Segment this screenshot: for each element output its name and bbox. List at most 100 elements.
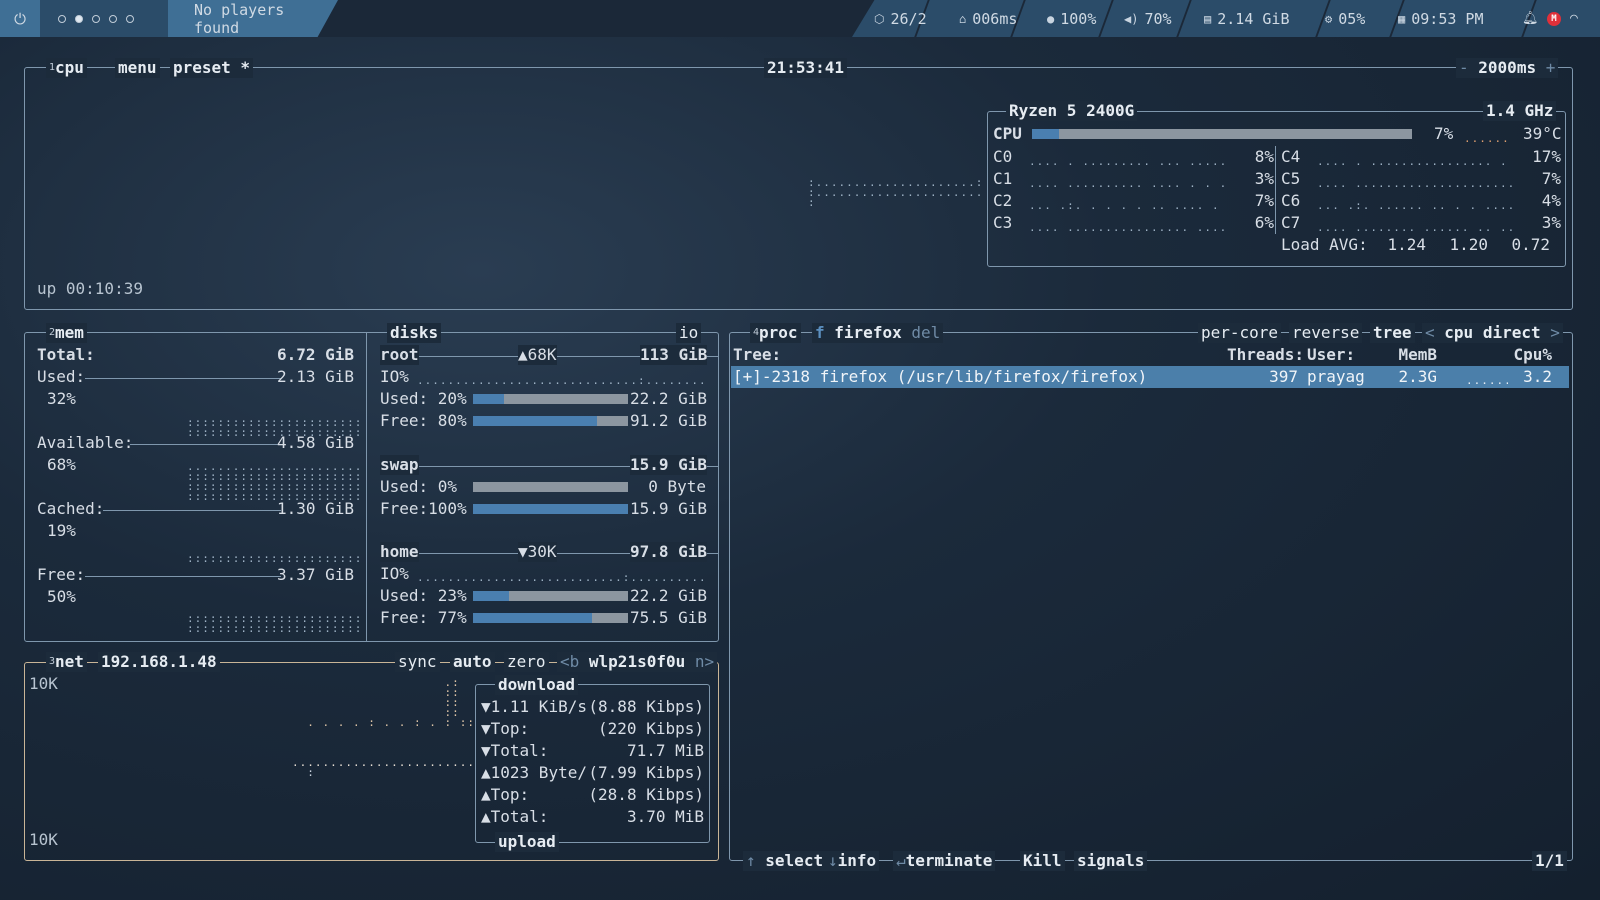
core-7-pct: 3% <box>1541 213 1561 232</box>
mic-widget[interactable]: ● 100% <box>1047 0 1096 37</box>
speaker-icon: ◀) <box>1124 11 1139 26</box>
mail-button[interactable]: M <box>1547 0 1561 37</box>
net-box-title[interactable]: net <box>55 652 84 671</box>
sort-selector[interactable]: < cpu direct > <box>1422 323 1563 343</box>
updates-widget[interactable]: ⬡ 26/2 <box>874 0 927 37</box>
net-iface-next-button[interactable]: n> <box>695 652 714 671</box>
net-interface-selector[interactable]: <b wlp21s0f0u n> <box>557 652 718 672</box>
proc-filter[interactable]: f firefox del <box>812 323 944 343</box>
core-0-pct: 8% <box>1254 147 1274 166</box>
media-player[interactable]: No players found <box>168 0 338 37</box>
tree-toggle[interactable]: tree <box>1370 323 1415 343</box>
disk-root-io-graph: .............................:..........… <box>417 376 705 386</box>
cpu-interval: - 2000ms + <box>1456 58 1559 78</box>
filter-delete-button[interactable]: del <box>911 323 940 342</box>
core-2-pct: 7% <box>1254 191 1274 210</box>
proc-row-threads: 397 <box>1269 367 1298 386</box>
disk-root-free-label: Free: 80% <box>380 411 467 430</box>
mem-used: 2.13 GiB <box>276 367 354 386</box>
disk-swap-name: swap <box>380 455 419 475</box>
sort-prev-button[interactable]: < <box>1425 323 1435 342</box>
ping-widget[interactable]: ⌂ 006ms <box>959 0 1017 37</box>
mem-cached: 1.30 GiB <box>276 499 354 518</box>
per-core-toggle[interactable]: per-core <box>1198 323 1282 343</box>
cpu-box-header: 1cpu <box>46 58 87 78</box>
mem-available-pct: 68% <box>47 455 76 474</box>
net-ul-rate: 1023 Byte/ <box>490 763 587 782</box>
net-scale-bottom: 10K <box>29 830 58 849</box>
proc-box-title[interactable]: proc <box>759 323 798 342</box>
interval-decrease-button[interactable]: - <box>1459 58 1469 77</box>
memory-widget[interactable]: ▤ 2.14 GiB <box>1204 0 1289 37</box>
cpu-total-bar <box>1032 129 1412 139</box>
mem-free: 3.37 GiB <box>276 565 354 584</box>
net-zero-toggle[interactable]: zero <box>504 652 549 672</box>
wifi-icon: ◠ <box>1570 11 1578 26</box>
workspace-4[interactable] <box>109 14 117 23</box>
volume-widget[interactable]: ◀) 70% <box>1124 0 1172 37</box>
net-baseline: ........................................… <box>292 758 472 768</box>
core-2-graph: ... .:. . . . . .. .... . . ........ . . <box>1029 201 1227 211</box>
wifi-button[interactable]: ◠ <box>1570 0 1578 37</box>
cpu-graph: :.....................:...........::....… <box>808 178 980 208</box>
proc-box-header: 4proc <box>750 323 801 343</box>
cpu-total-pct: 7% <box>1434 124 1454 143</box>
cpu-menu-button[interactable]: menu <box>115 58 160 78</box>
disk-swap-free: 15.9 GiB <box>630 499 708 518</box>
clock-widget[interactable]: ▦ 09:53 PM <box>1398 0 1483 37</box>
cpu-model: Ryzen 5 2400G <box>1006 101 1138 121</box>
cpu-value: 05% <box>1338 9 1366 28</box>
net-ul-top-row: ▲Top: <box>481 785 530 804</box>
proc-header-cpu: Cpu% <box>1513 345 1552 364</box>
net-ul-total-row: ▲Total: <box>481 807 549 826</box>
workspace-3[interactable] <box>92 14 100 23</box>
net-auto-toggle[interactable]: auto <box>450 652 495 672</box>
proc-info-button[interactable]: ↓info <box>825 851 880 871</box>
notifications-button[interactable]: 🔔︎ <box>1522 0 1539 37</box>
cpu-preset-button[interactable]: preset * <box>170 58 254 78</box>
mem-free-pct: 50% <box>47 587 76 606</box>
core-5-label: C5 <box>1281 169 1301 188</box>
workspace-5[interactable] <box>126 14 134 23</box>
net-download-label: download <box>495 675 579 695</box>
net-iface-prev-button[interactable]: <b <box>560 652 579 671</box>
proc-header-user: User: <box>1307 345 1356 364</box>
mem-box-title[interactable]: mem <box>55 323 84 342</box>
cpu-widget[interactable]: ⚙ 05% <box>1325 0 1365 37</box>
load-avg-5: 1.20 <box>1449 235 1488 254</box>
mem-available: 4.58 GiB <box>276 433 354 452</box>
core-1-label: C1 <box>993 169 1013 188</box>
power-button[interactable]: ⏻ <box>0 0 40 37</box>
proc-row-mem: 2.3G <box>1398 367 1437 386</box>
reverse-toggle[interactable]: reverse <box>1289 323 1363 343</box>
disk-home-used-label: Used: 23% <box>380 586 467 605</box>
net-ul-total: 3.70 MiB <box>626 807 704 826</box>
sort-value: cpu direct <box>1444 323 1541 342</box>
net-download-graph: .: : :: : :: :: :: :: : . . . . : . . : … <box>307 678 472 728</box>
cpu-box-title[interactable]: cpu <box>55 58 84 77</box>
core-1-graph: .... .......... .... . . . ........ . ..… <box>1029 179 1227 189</box>
proc-select-button[interactable]: ↑ select <box>743 851 827 871</box>
workspace-1[interactable] <box>58 14 66 23</box>
net-sync-toggle[interactable]: sync <box>395 652 440 672</box>
disks-io-toggle[interactable]: io <box>676 323 702 343</box>
cpu-total-bar-fill <box>1032 129 1059 139</box>
mem-cached-label: Cached: <box>37 499 105 518</box>
interval-increase-button[interactable]: + <box>1546 58 1556 77</box>
disks-box-title[interactable]: disks <box>387 323 442 343</box>
mem-total-label: Total: <box>37 345 95 364</box>
proc-terminate-button[interactable]: ↵terminate <box>893 851 996 871</box>
disk-home-free: 75.5 GiB <box>630 608 708 627</box>
core-4-label: C4 <box>1281 147 1301 166</box>
workspace-2[interactable] <box>75 14 83 23</box>
proc-signals-button[interactable]: signals <box>1074 851 1148 871</box>
disk-root-used-bar <box>473 394 628 404</box>
net-dl-total-row: ▼Total: <box>481 741 549 760</box>
mem-free-graph: ::::::::::::::::::::::::::::::::::::::::… <box>187 614 362 634</box>
sort-next-button[interactable]: > <box>1550 323 1560 342</box>
proc-kill-button[interactable]: Kill <box>1020 851 1065 871</box>
mem-used-pct: 32% <box>47 389 76 408</box>
disk-home-io-graph: ...........................:............… <box>417 573 705 583</box>
calendar-icon: ▦ <box>1398 11 1406 26</box>
proc-row-user: prayag <box>1307 367 1365 386</box>
